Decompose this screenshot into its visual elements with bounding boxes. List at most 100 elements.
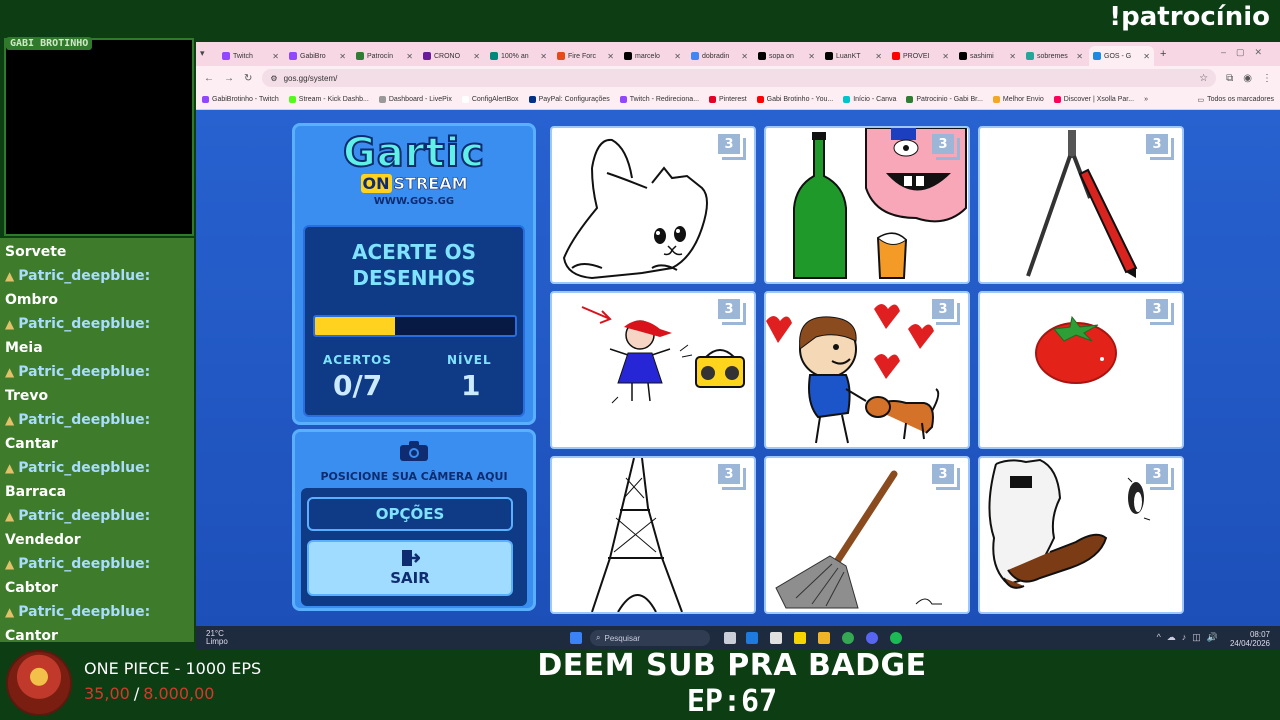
browser-tab[interactable]: sopa on ✕ <box>754 46 819 66</box>
browser-tab[interactable]: sobremes ✕ <box>1022 46 1087 66</box>
bookmark-item[interactable]: Pinterest <box>709 96 747 103</box>
tab-close-icon[interactable]: ✕ <box>607 52 614 61</box>
chat-panel: Sorvete ▲ Patric_deepblue: Ombro ▲ Patric_dee… <box>0 238 194 642</box>
tab-close-icon[interactable]: ✕ <box>272 52 279 61</box>
spotify-icon[interactable] <box>890 632 902 644</box>
goal-title: ONE PIECE - 1000 EPS <box>84 659 262 678</box>
bookmark-item[interactable]: Melhor Envio <box>992 96 1044 103</box>
drawing-card-compass[interactable]: 3 <box>978 126 1184 284</box>
bookmark-item[interactable]: Início - Canva <box>843 96 896 103</box>
chat-badge-icon: ▲ <box>5 461 15 475</box>
start-icon[interactable] <box>570 632 582 644</box>
tab-close-icon[interactable]: ✕ <box>406 52 413 61</box>
bookmark-star-icon[interactable]: ☆ <box>1199 73 1208 84</box>
obs-icon[interactable] <box>770 632 782 644</box>
tab-close-icon[interactable]: ✕ <box>674 52 681 61</box>
browser-tab[interactable]: Fire Forc ✕ <box>553 46 618 66</box>
tab-close-icon[interactable]: ✕ <box>1009 52 1016 61</box>
browser-tab[interactable]: GabiBro ✕ <box>285 46 350 66</box>
tab-close-icon[interactable]: ✕ <box>339 52 346 61</box>
browser-tab[interactable]: PROVEI ✕ <box>888 46 953 66</box>
chat-username[interactable]: ▲ Patric_deepblue: <box>5 456 189 480</box>
browser-tab[interactable]: dobradin ✕ <box>687 46 752 66</box>
browser-tab[interactable]: GOS - G ✕ <box>1089 46 1154 66</box>
tab-close-icon[interactable]: ✕ <box>875 52 882 61</box>
task-box: ACERTE OS DESENHOS ACERTOS 0/7 NÍVEL 1 <box>303 225 525 417</box>
forward-icon[interactable]: → <box>224 73 234 84</box>
goal-separator: / <box>133 684 140 703</box>
drawing-card-yeti[interactable]: 3 <box>978 456 1184 614</box>
browser-tab[interactable]: Twitch ✕ <box>218 46 283 66</box>
tab-close-icon[interactable]: ✕ <box>540 52 547 61</box>
discord-icon[interactable] <box>866 632 878 644</box>
sub-message: DEEM SUB PRA BADGE <box>537 648 927 683</box>
camera-panel: POSICIONE SUA CÂMERA AQUI OPÇÕES SAIR <box>292 429 536 611</box>
bookmark-item[interactable]: GabiBrotinho - Twitch <box>202 96 279 103</box>
bookmark-item[interactable]: Gabi Brotinho - You... <box>756 96 833 103</box>
exit-button[interactable]: SAIR <box>307 540 513 596</box>
bookmark-item[interactable]: PayPal: Configurações <box>528 96 610 103</box>
bookmark-item[interactable]: Dashboard - LivePix <box>378 96 452 103</box>
bookmark-label: PayPal: Configurações <box>538 96 610 103</box>
extensions-icon[interactable]: ⧉ <box>1226 73 1233 84</box>
tab-close-icon[interactable]: ✕ <box>808 52 815 61</box>
weather-widget[interactable]: 21°C Limpo <box>206 630 228 646</box>
chrome-icon[interactable] <box>842 632 854 644</box>
drawing-card-girl[interactable]: 3 <box>550 291 756 449</box>
chat-username[interactable]: ▲ Patric_deepblue: <box>5 264 189 288</box>
drawing-card-bottle[interactable]: 3 <box>764 126 970 284</box>
chat-username[interactable]: ▲ Patric_deepblue: <box>5 408 189 432</box>
tab-close-icon[interactable]: ✕ <box>473 52 480 61</box>
drawing-card-man-dog[interactable]: 3 <box>764 291 970 449</box>
drawing-card-eiffel[interactable]: 3 <box>550 456 756 614</box>
drawing-card-tomato[interactable]: 3 <box>978 291 1184 449</box>
chat-username[interactable]: ▲ Patric_deepblue: <box>5 552 189 576</box>
menu-icon[interactable]: ⋮ <box>1262 73 1272 84</box>
reload-icon[interactable]: ↻ <box>244 73 252 84</box>
browser-tab[interactable]: sashimi ✕ <box>955 46 1020 66</box>
options-button[interactable]: OPÇÕES <box>307 497 513 531</box>
task-view-icon[interactable] <box>724 632 736 644</box>
tab-close-icon[interactable]: ✕ <box>942 52 949 61</box>
tab-close-icon[interactable]: ✕ <box>1076 52 1083 61</box>
browser-tab[interactable]: LuanKT ✕ <box>821 46 886 66</box>
browser-tab[interactable]: Patrocín ✕ <box>352 46 417 66</box>
system-tray[interactable]: ^☁♪◫🔊 <box>1157 632 1224 643</box>
back-icon[interactable]: ← <box>204 73 214 84</box>
draw-count-badge: 3 <box>718 464 746 490</box>
bookmark-label: Dashboard - LivePix <box>388 96 452 103</box>
taskbar-clock[interactable]: 08:07 24/04/2026 <box>1230 630 1270 648</box>
tab-close-icon[interactable]: ✕ <box>741 52 748 61</box>
taskbar-search[interactable]: ⌕ Pesquisar <box>590 630 710 646</box>
drawing-card-broom[interactable]: 3 <box>764 456 970 614</box>
bookmark-item[interactable]: Twitch - Redireciona... <box>619 96 699 103</box>
chat-username-text: Patric_deepblue: <box>18 508 151 524</box>
address-bar[interactable]: ⚙ gos.gg/system/ ☆ <box>262 69 1217 87</box>
bookmark-item[interactable]: Patrocinio - Gabi Br... <box>906 96 983 103</box>
chat-username[interactable]: ▲ Patric_deepblue: <box>5 504 189 528</box>
window-controls[interactable]: –▢✕ <box>1221 47 1272 58</box>
bookmarks-more-icon[interactable]: » <box>1144 96 1148 103</box>
edge-icon[interactable] <box>746 632 758 644</box>
new-tab-icon[interactable]: + <box>1160 48 1166 60</box>
bookmark-item[interactable]: ConfigAlertBox <box>461 96 519 103</box>
all-bookmarks[interactable]: ▭ Todos os marcadores <box>1197 96 1274 104</box>
notes-icon[interactable] <box>794 632 806 644</box>
tab-close-icon[interactable]: ✕ <box>1143 52 1150 61</box>
drawing-card-cat[interactable]: 3 <box>550 126 756 284</box>
bookmark-item[interactable]: Stream - Kick Dashb... <box>288 96 369 103</box>
browser-tab[interactable]: CRONO ✕ <box>419 46 484 66</box>
tab-favicon <box>289 52 297 60</box>
profile-icon[interactable]: ◉ <box>1243 73 1252 84</box>
bookmark-item[interactable]: Discover | Xsolla Par... <box>1053 96 1134 103</box>
file-explorer-icon[interactable] <box>818 632 830 644</box>
chat-username[interactable]: ▲ Patric_deepblue: <box>5 600 189 624</box>
browser-tab[interactable]: marcelo ✕ <box>620 46 685 66</box>
site-info-icon[interactable]: ⚙ <box>270 74 277 83</box>
chat-message: Cantar <box>5 436 58 452</box>
chat-username[interactable]: ▲ Patric_deepblue: <box>5 312 189 336</box>
browser-tab[interactable]: 100% an ✕ <box>486 46 551 66</box>
tab-search-icon[interactable]: ▾ <box>200 48 205 59</box>
chat-username[interactable]: ▲ Patric_deepblue: <box>5 360 189 384</box>
draw-count: 3 <box>718 464 740 484</box>
